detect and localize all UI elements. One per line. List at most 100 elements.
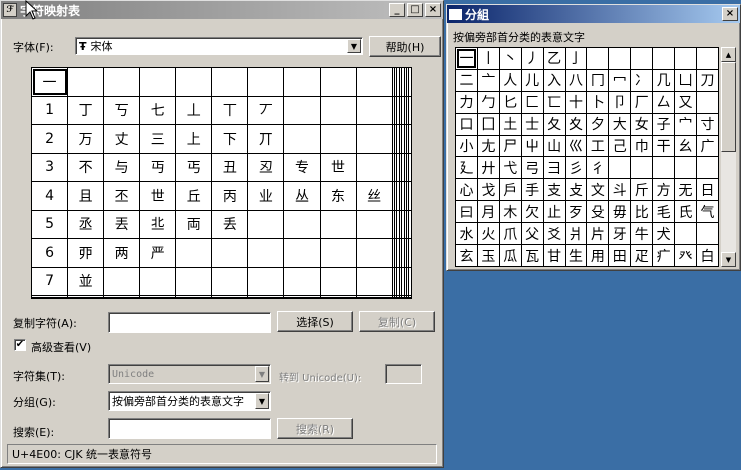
grid-cell[interactable]: [408, 181, 412, 211]
grid-cell[interactable]: [211, 266, 249, 297]
grid-cell[interactable]: [283, 124, 321, 154]
grid-cell[interactable]: 夂: [542, 112, 566, 136]
grid-cell[interactable]: 斗: [608, 178, 632, 202]
search-input[interactable]: [108, 418, 271, 439]
grid-cell[interactable]: 女: [630, 112, 654, 136]
grid-cell[interactable]: 屮: [520, 134, 544, 158]
grid-cell[interactable]: 斤: [630, 178, 654, 202]
grid-cell[interactable]: 冫: [630, 68, 654, 92]
grid-cell[interactable]: 父: [520, 222, 544, 246]
grid-cell[interactable]: 疋: [630, 244, 654, 267]
grid-cell[interactable]: 夊: [564, 112, 588, 136]
grid-cell[interactable]: 刀: [695, 68, 720, 92]
grid-cell[interactable]: 干: [652, 134, 676, 158]
grid-cell[interactable]: 癶: [674, 244, 697, 267]
grid-cell[interactable]: 业: [247, 181, 285, 211]
goto-unicode-input[interactable]: [385, 364, 422, 384]
grid-cell[interactable]: 毋: [608, 200, 632, 224]
grid-cell[interactable]: 又: [674, 90, 697, 114]
grid-cell[interactable]: 入: [542, 68, 566, 92]
close-button[interactable]: ×: [722, 7, 738, 21]
grid-cell[interactable]: 凵: [674, 68, 697, 92]
grid-cell[interactable]: 丙: [211, 181, 249, 211]
grid-cell[interactable]: 木: [498, 200, 522, 224]
grid-cell[interactable]: 丝: [355, 181, 393, 211]
grid-cell[interactable]: [319, 67, 357, 97]
grid-cell[interactable]: 弓: [520, 156, 544, 180]
grid-cell[interactable]: [103, 266, 141, 297]
grid-cell[interactable]: 丞: [67, 209, 105, 240]
grid-cell[interactable]: [283, 95, 321, 126]
grid-cell[interactable]: 心: [455, 178, 478, 202]
chevron-down-icon[interactable]: ▼: [255, 366, 269, 382]
grid-cell[interactable]: 无: [674, 178, 697, 202]
grid-cell[interactable]: 玄: [455, 244, 478, 267]
grid-cell[interactable]: [247, 266, 285, 297]
select-button[interactable]: 选择(S): [277, 311, 353, 332]
grid-cell[interactable]: 戶: [498, 178, 522, 202]
grid-cell[interactable]: 支: [542, 178, 566, 202]
grid-cell[interactable]: [283, 296, 321, 300]
grid-cell[interactable]: 厶: [652, 90, 676, 114]
grid-cell[interactable]: [103, 67, 141, 97]
grid-cell[interactable]: 大: [608, 112, 632, 136]
grid-cell[interactable]: 八: [564, 68, 588, 92]
grid-cell[interactable]: 用: [586, 244, 610, 267]
grid-cell[interactable]: [695, 156, 720, 180]
search-button[interactable]: 搜索(R): [277, 418, 353, 439]
grid-cell[interactable]: [674, 222, 697, 246]
grid-cell[interactable]: 爪: [498, 222, 522, 246]
grid-cell[interactable]: [319, 266, 357, 297]
grid-cell[interactable]: 广: [695, 134, 720, 158]
grid-cell[interactable]: 文: [586, 178, 610, 202]
grid-cell[interactable]: [355, 152, 393, 183]
grid-cell[interactable]: 丁: [67, 95, 105, 126]
grid-cell[interactable]: [67, 67, 105, 97]
grid-cell[interactable]: 力: [455, 90, 478, 114]
minimize-button[interactable]: _: [389, 3, 405, 17]
grid-cell[interactable]: [175, 296, 213, 300]
grid-cell[interactable]: [139, 296, 177, 300]
grid-cell[interactable]: 士: [520, 112, 544, 136]
grid-cell[interactable]: [30, 296, 69, 300]
grid-cell[interactable]: 丑: [211, 152, 249, 183]
grid-cell[interactable]: 戈: [476, 178, 500, 202]
grid-cell[interactable]: 2: [30, 124, 69, 154]
grid-cell[interactable]: [355, 67, 393, 97]
scroll-up-button[interactable]: ▲: [721, 47, 736, 62]
grid-cell[interactable]: [319, 238, 357, 268]
grid-cell[interactable]: 一: [455, 47, 478, 70]
grid-cell[interactable]: [319, 95, 357, 126]
grid-cell[interactable]: [355, 296, 393, 300]
grid-cell[interactable]: 丿: [520, 47, 544, 70]
grid-cell[interactable]: 不: [67, 152, 105, 183]
grid-cell[interactable]: 匕: [498, 90, 522, 114]
grid-cell[interactable]: [355, 124, 393, 154]
grid-cell[interactable]: [355, 266, 393, 297]
grid-cell[interactable]: 三: [139, 124, 177, 154]
grid-cell[interactable]: [408, 67, 412, 97]
grid-cell[interactable]: 玉: [476, 244, 500, 267]
grid-cell[interactable]: 丕: [103, 181, 141, 211]
grid-cell[interactable]: [674, 47, 697, 70]
maximize-button[interactable]: □: [407, 3, 423, 17]
grid-cell[interactable]: 丆: [247, 95, 285, 126]
grid-cell[interactable]: 严: [139, 238, 177, 268]
copy-chars-input[interactable]: [108, 312, 271, 333]
grid-cell[interactable]: 生: [564, 244, 588, 267]
grid-cell[interactable]: 月: [476, 200, 500, 224]
grid-cell[interactable]: [630, 156, 654, 180]
grid-cell[interactable]: 疒: [652, 244, 676, 267]
grid-cell[interactable]: 世: [319, 152, 357, 183]
scroll-down-button[interactable]: ▼: [721, 252, 736, 267]
close-button[interactable]: ×: [425, 3, 441, 17]
grid-cell[interactable]: 乙: [542, 47, 566, 70]
copy-button[interactable]: 复制(C): [359, 311, 435, 332]
grid-cell[interactable]: 丐: [175, 152, 213, 183]
grid-cell[interactable]: 丶: [498, 47, 522, 70]
scrollbar[interactable]: ▲ ▼: [721, 47, 736, 267]
grid-cell[interactable]: 毛: [652, 200, 676, 224]
grid-cell[interactable]: 1: [30, 95, 69, 126]
grid-cell[interactable]: 両: [175, 209, 213, 240]
grid-cell[interactable]: 丟: [103, 209, 141, 240]
